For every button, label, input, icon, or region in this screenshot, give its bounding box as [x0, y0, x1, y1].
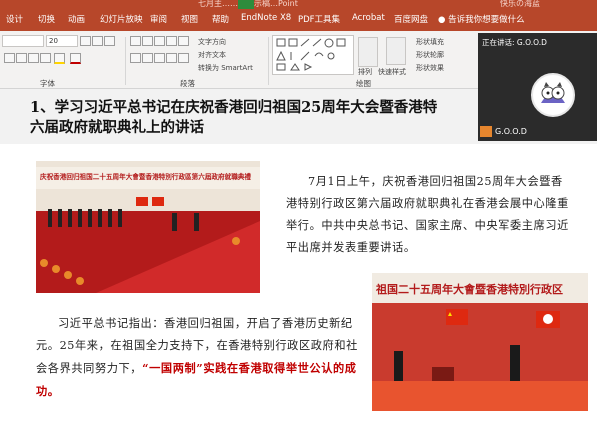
numbering-button[interactable] [142, 36, 153, 46]
font-name-box[interactable] [2, 35, 44, 47]
ribbon-tab-bar: 设计 切换 动画 幻灯片放映 审阅 视图 帮助 EndNote X8 PDF工具… [0, 9, 597, 31]
tab-baidu-netdisk[interactable]: 百度网盘 [394, 13, 428, 25]
microphone-icon[interactable] [480, 126, 492, 137]
shape-fill-button[interactable]: 形状填充 [416, 37, 444, 47]
tab-view[interactable]: 视图 [181, 13, 198, 25]
ceremony-photo-left: 庆祝香港回归祖国二十五周年大會暨香港特別行政區第六屆政府就職典禮 [36, 161, 260, 293]
line-spacing-button[interactable] [178, 36, 189, 46]
align-center-button[interactable] [142, 53, 153, 63]
shape-effects-button[interactable]: 形状效果 [416, 63, 444, 73]
tab-acrobat[interactable]: Acrobat [352, 13, 385, 23]
quick-styles-label: 快速样式 [378, 68, 406, 76]
font-color-button[interactable] [70, 53, 81, 64]
tab-endnote[interactable]: EndNote X8 [241, 13, 291, 23]
cat-avatar-icon [535, 77, 571, 113]
tab-slideshow[interactable]: 幻灯片放映 [100, 13, 143, 25]
convert-smartart-button[interactable]: 转换为 SmartArt [198, 63, 253, 73]
decrease-indent-button[interactable] [154, 36, 165, 46]
user-name[interactable]: 快乐の海蓝 [500, 0, 540, 9]
green-marker [238, 0, 254, 9]
tab-animations[interactable]: 动画 [68, 13, 85, 25]
tab-design[interactable]: 设计 [6, 13, 23, 25]
arrange-button[interactable] [358, 37, 378, 67]
align-left-button[interactable] [130, 53, 141, 63]
slide-title-line-1: 1、学习习近平总书记在庆祝香港回归祖国25周年大会暨香港特 [30, 99, 438, 116]
photo-right-banner: 祖国二十五周年大會暨香港特別行政区 [376, 283, 563, 296]
group-drawing-label: 绘图 [356, 79, 371, 88]
tab-transitions[interactable]: 切换 [38, 13, 55, 25]
shadow-button[interactable] [4, 53, 15, 63]
group-font-label: 字体 [40, 79, 55, 88]
tab-help[interactable]: 帮助 [212, 13, 229, 25]
shapes-gallery[interactable] [272, 35, 354, 75]
tell-me-label: 告诉我你想要做什么 [448, 15, 525, 25]
participant-name: G.O.O.D [495, 127, 527, 136]
spacing-button[interactable] [28, 53, 39, 63]
participant-name-bar: G.O.O.D [480, 126, 527, 138]
group-paragraph-label: 段落 [180, 79, 195, 88]
highlight-button[interactable] [54, 53, 65, 64]
photo-left-banner: 庆祝香港回归祖国二十五周年大會暨香港特別行政區第六屆政府就職典禮 [40, 173, 251, 181]
speaking-indicator: 正在讲话: G.O.O.D [482, 38, 547, 47]
strikethrough-button[interactable] [16, 53, 27, 63]
ribbon-separator [268, 37, 269, 85]
font-size-box[interactable]: 20 [46, 35, 78, 47]
tab-review[interactable]: 审阅 [150, 13, 167, 25]
meeting-video-panel[interactable]: 正在讲话: G.O.O.D G.O.O.D [478, 33, 597, 141]
shapes-gallery-icons [276, 38, 346, 71]
participant-avatar [531, 73, 575, 117]
tab-pdf-tools[interactable]: PDF工具集 [298, 13, 340, 25]
ribbon-separator [125, 37, 126, 85]
clear-format-button[interactable] [104, 36, 115, 46]
body-paragraph-2[interactable]: 习近平总书记指出：香港回归祖国，开启了香港历史新纪元。25年来，在祖国全力支持下… [36, 313, 358, 403]
shrink-font-button[interactable] [92, 36, 103, 46]
justify-button[interactable] [166, 53, 177, 63]
body-paragraph-1[interactable]: 7月1日上午，庆祝香港回归祖国25周年大会暨香港特别行政区第六届政府就职典礼在香… [286, 171, 574, 259]
slide-title[interactable]: 1、学习习近平总书记在庆祝香港回归祖国25周年大会暨香港特 六届政府就职典礼上的… [30, 98, 510, 138]
case-button[interactable] [40, 53, 51, 63]
lightbulb-icon: ● [438, 15, 446, 25]
grow-font-button[interactable] [80, 36, 91, 46]
text-direction-button[interactable]: 文字方向 [198, 37, 226, 47]
bullets-button[interactable] [130, 36, 141, 46]
window-title-bar: 七月主…………示稿…Point 快乐の海蓝 [0, 0, 597, 9]
quick-styles-button[interactable] [386, 37, 406, 65]
ceremony-photo-right: 祖国二十五周年大會暨香港特別行政区 [372, 273, 588, 411]
align-text-button[interactable]: 对齐文本 [198, 50, 226, 60]
align-right-button[interactable] [154, 53, 165, 63]
columns-button[interactable] [178, 53, 189, 63]
slide-title-line-2: 六届政府就职典礼上的讲话 [30, 119, 204, 136]
shape-outline-button[interactable]: 形状轮廓 [416, 50, 444, 60]
tell-me-search[interactable]: ● 告诉我你想要做什么 [438, 13, 525, 25]
increase-indent-button[interactable] [166, 36, 177, 46]
arrange-label: 排列 [358, 68, 372, 76]
